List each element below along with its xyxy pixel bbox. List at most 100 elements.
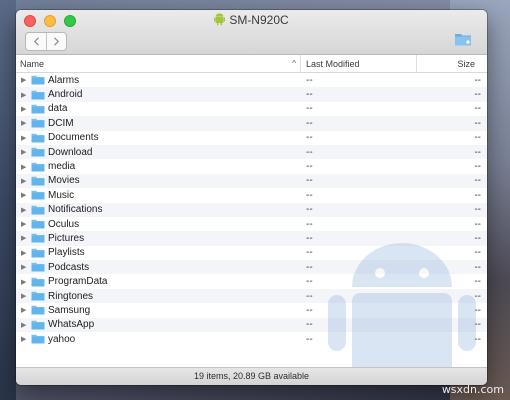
disclosure-triangle-icon[interactable]: ▶ — [21, 119, 31, 127]
file-row[interactable]: ▶ media -- -- — [16, 159, 487, 173]
disclosure-triangle-icon[interactable]: ▶ — [21, 76, 31, 84]
file-name: yahoo — [48, 333, 76, 345]
file-row[interactable]: ▶ Alarms -- -- — [16, 73, 487, 87]
new-folder-icon — [455, 34, 471, 46]
window-title-text: SM-N920C — [229, 13, 289, 27]
disclosure-triangle-icon[interactable]: ▶ — [21, 306, 31, 314]
file-row[interactable]: ▶ data -- -- — [16, 102, 487, 116]
disclosure-triangle-icon[interactable]: ▶ — [21, 234, 31, 242]
disclosure-triangle-icon[interactable]: ▶ — [21, 263, 31, 271]
titlebar: SM-N920C — [16, 10, 487, 55]
file-name-cell: ▶ Podcasts — [16, 262, 301, 273]
column-header: Name ^ Last Modified Size — [16, 55, 487, 73]
file-name-cell: ▶ Download — [16, 147, 301, 158]
file-row[interactable]: ▶ WhatsApp -- -- — [16, 317, 487, 333]
navigation-buttons — [25, 32, 67, 51]
file-row[interactable]: ▶ Music -- -- — [16, 188, 487, 202]
file-name: DCIM — [48, 117, 74, 129]
disclosure-triangle-icon[interactable]: ▶ — [21, 292, 31, 300]
file-name-cell: ▶ Movies — [16, 175, 301, 186]
disclosure-triangle-icon[interactable]: ▶ — [21, 278, 31, 286]
file-row[interactable]: ▶ Movies -- -- — [16, 173, 487, 189]
folder-icon — [31, 248, 45, 258]
file-name: Music — [48, 189, 75, 201]
file-name: Playlists — [48, 247, 85, 259]
file-row[interactable]: ▶ Notifications -- -- — [16, 202, 487, 217]
folder-icon — [31, 233, 45, 243]
size-cell: -- — [474, 290, 481, 302]
file-row[interactable]: ▶ Playlists -- -- — [16, 246, 487, 260]
disclosure-triangle-icon[interactable]: ▶ — [21, 148, 31, 156]
file-row[interactable]: ▶ yahoo -- -- — [16, 332, 487, 346]
file-row[interactable]: ▶ Pictures -- -- — [16, 231, 487, 246]
size-cell: -- — [474, 132, 481, 144]
folder-icon — [31, 90, 45, 100]
file-name-cell: ▶ WhatsApp — [16, 319, 301, 330]
disclosure-triangle-icon[interactable]: ▶ — [21, 220, 31, 228]
file-row[interactable]: ▶ Documents -- -- — [16, 131, 487, 145]
disclosure-triangle-icon[interactable]: ▶ — [21, 321, 31, 329]
size-cell: -- — [474, 89, 481, 101]
file-row[interactable]: ▶ Oculus -- -- — [16, 217, 487, 231]
disclosure-triangle-icon[interactable]: ▶ — [21, 91, 31, 99]
back-button[interactable] — [26, 33, 46, 50]
file-row[interactable]: ▶ Ringtones -- -- — [16, 288, 487, 304]
forward-button[interactable] — [46, 33, 66, 50]
file-list: ▶ Alarms -- -- ▶ Android -- -- ▶ data -- -- ▶ DCIM -- -… — [16, 73, 487, 367]
file-row[interactable]: ▶ Download -- -- — [16, 144, 487, 160]
last-modified-cell: -- — [306, 319, 313, 331]
android-icon — [214, 13, 226, 29]
folder-icon — [31, 219, 45, 229]
folder-icon — [31, 334, 45, 344]
folder-icon — [31, 190, 45, 200]
file-name: Notifications — [48, 204, 103, 216]
file-name: Documents — [48, 132, 99, 144]
file-row[interactable]: ▶ Podcasts -- -- — [16, 260, 487, 275]
last-modified-cell: -- — [306, 304, 313, 316]
file-row[interactable]: ▶ ProgramData -- -- — [16, 274, 487, 288]
disclosure-triangle-icon[interactable]: ▶ — [21, 249, 31, 257]
file-name: Movies — [48, 175, 80, 187]
file-name: Android — [48, 89, 83, 101]
column-last-modified-header[interactable]: Last Modified — [301, 55, 417, 72]
file-name-cell: ▶ yahoo — [16, 334, 301, 345]
size-cell: -- — [474, 117, 481, 129]
file-row[interactable]: ▶ Android -- -- — [16, 87, 487, 102]
file-name-cell: ▶ DCIM — [16, 118, 301, 129]
file-name-cell: ▶ Alarms — [16, 75, 301, 86]
disclosure-triangle-icon[interactable]: ▶ — [21, 191, 31, 199]
last-modified-cell: -- — [306, 132, 313, 144]
file-name-cell: ▶ Ringtones — [16, 291, 301, 302]
size-cell: -- — [474, 276, 481, 288]
folder-icon — [31, 262, 45, 272]
status-bar: 19 items, 20.89 GB available — [16, 367, 487, 385]
disclosure-triangle-icon[interactable]: ▶ — [21, 335, 31, 343]
file-name: Pictures — [48, 232, 85, 244]
disclosure-triangle-icon[interactable]: ▶ — [21, 206, 31, 214]
column-size-header[interactable]: Size — [417, 59, 487, 69]
file-row[interactable]: ▶ Samsung -- -- — [16, 303, 487, 317]
folder-icon — [31, 133, 45, 143]
android-file-transfer-window: SM-N920C Name ^ Last Modified Size ▶ Ala… — [16, 10, 487, 385]
file-name-cell: ▶ data — [16, 103, 301, 114]
folder-icon — [31, 277, 45, 287]
column-name-header[interactable]: Name ^ — [16, 55, 301, 72]
file-name: Samsung — [48, 304, 91, 316]
disclosure-triangle-icon[interactable]: ▶ — [21, 105, 31, 113]
folder-icon — [31, 162, 45, 172]
last-modified-cell: -- — [306, 276, 313, 288]
size-cell: -- — [474, 161, 481, 173]
file-name-cell: ▶ Android — [16, 89, 301, 100]
sort-ascending-icon: ^ — [292, 59, 296, 68]
watermark-text: wsxdn.com — [441, 383, 504, 396]
window-title: SM-N920C — [16, 13, 487, 29]
last-modified-cell: -- — [306, 103, 313, 115]
disclosure-triangle-icon[interactable]: ▶ — [21, 177, 31, 185]
new-folder-button[interactable] — [454, 32, 473, 52]
file-name-cell: ▶ Documents — [16, 132, 301, 143]
disclosure-triangle-icon[interactable]: ▶ — [21, 163, 31, 171]
file-row[interactable]: ▶ DCIM -- -- — [16, 116, 487, 131]
disclosure-triangle-icon[interactable]: ▶ — [21, 134, 31, 142]
desktop-background-left — [0, 0, 16, 400]
file-name-cell: ▶ Pictures — [16, 233, 301, 244]
